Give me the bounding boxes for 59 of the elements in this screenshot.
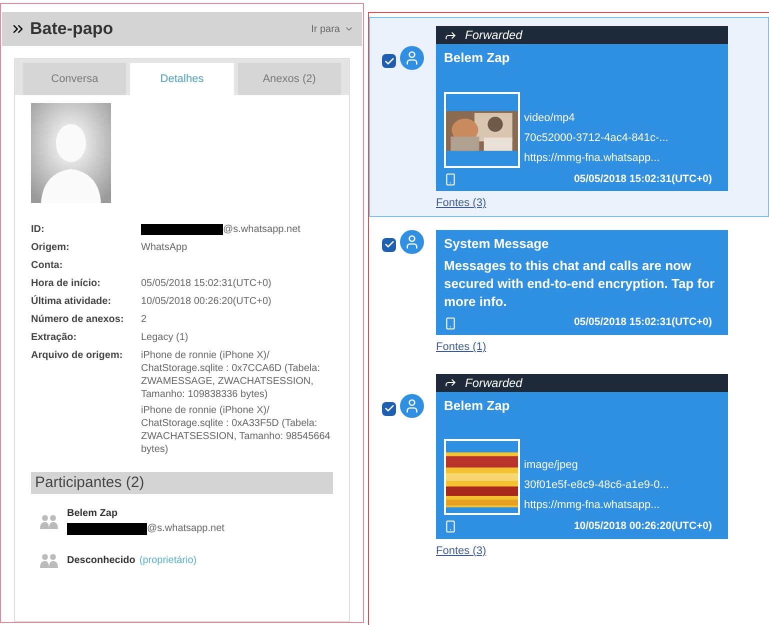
field-label: Última atividade: [31,295,112,308]
field-value: iPhone de ronnie (iPhone X)/ ChatStorage.sqlite : 0x7CCA6D (Tabela: ZWAMESSAGE, ZWACHATSESSION, Tamanho: 109838336 bytes) [141,349,321,401]
checkbox[interactable] [382,238,396,252]
sender-name: System Message [444,234,550,253]
person-icon [39,552,59,568]
field-label: Origem: [31,241,70,254]
field-value: @s.whatsapp.net [223,223,300,236]
message-row[interactable]: Forwarded Belem Zap video/mp4 70c52000-3712-4ac4-841c-... https://mmg-fna.whatsapp... 05/05/2018 15:02:31(UTC+0) Fontes (3) [369,17,769,217]
panel-title: Bate-papo [30,18,114,40]
field-label: Arquivo de origem: [31,349,124,363]
field-value: 2 [141,313,147,326]
check-icon [384,56,394,66]
forwarded-label: Forwarded [465,27,522,44]
attachment-info: 70c52000-3712-4ac4-841c-... [524,130,668,146]
go-to-menu[interactable]: Ir para [311,22,354,36]
avatar-icon [400,394,424,418]
field-value: 05/05/2018 15:02:31(UTC+0) [141,277,272,290]
attachment-info: video/mp4 [524,110,576,126]
field-value: 10/05/2018 00:26:20(UTC+0) [141,295,272,308]
field-value: Legacy (1) [141,331,188,344]
participant-name: Desconhecido [67,554,136,568]
check-icon [384,403,394,414]
participant-name: Belem Zap [67,507,118,521]
person-icon [39,513,59,529]
sender-name: Belem Zap [444,49,511,67]
message-time: 05/05/2018 15:02:31(UTC+0) [574,315,713,330]
message-time: 05/05/2018 15:02:31(UTC+0) [574,172,713,186]
phone-icon [444,316,457,330]
message-text: Messages to this chat and calls are now secured with end-to-end encryption. Tap for more info. [444,257,716,312]
message-row[interactable]: Forwarded Belem Zap image/jpeg 30f01e5f-e8c9-48c6-a1e9-0... https://mmg-fna.whatsapp... 10/05/2018 00:26:20(UTC+0) Fontes (3) [369,364,769,564]
field-label: Conta: [31,259,64,272]
phone-icon [444,172,457,186]
attachment-info: 30f01e5f-e8c9-48c6-a1e9-0... [524,478,669,493]
message-time: 10/05/2018 00:26:20(UTC+0) [574,519,713,534]
participant-id: @s.whatsapp.net [147,522,224,536]
field-label: Número de anexos: [31,313,125,326]
message-row[interactable]: System Message Messages to this chat and calls are now secured with end-to-end encryption. Tap for more info. 05/05/2018 15:02:31(UTC+0) Fontes (1) [369,220,769,360]
attachment-info: https://mmg-fna.whatsapp... [524,150,661,166]
sender-name: Belem Zap [444,396,511,415]
check-icon [384,239,394,250]
participant-role: (proprietário) [139,554,197,568]
forward-icon [444,376,457,389]
forwarded-label: Forwarded [465,374,522,392]
section-title: Participantes (2) [35,472,144,493]
phone-icon [444,520,457,534]
checkbox[interactable] [382,54,396,68]
sources-link[interactable]: Fontes (3) [436,195,486,212]
field-value: iPhone de ronnie (iPhone X)/ ChatStorage.sqlite : 0xA33F5D (Tabela: ZWACHATSESSION, Tamanho: 98545664 bytes) [141,404,332,456]
sources-link[interactable]: Fontes (3) [436,542,486,560]
field-label: ID: [31,223,46,236]
sources-link[interactable]: Fontes (1) [436,339,486,356]
field-value: WhatsApp [141,241,188,254]
field-label: Hora de início: [31,277,102,290]
avatar-icon [400,46,424,70]
avatar-icon [400,230,424,254]
attachment-info: https://mmg-fna.whatsapp... [524,498,661,513]
attachment-info: image/jpeg [524,458,579,473]
field-label: Extração: [31,331,78,344]
checkbox[interactable] [382,402,396,416]
